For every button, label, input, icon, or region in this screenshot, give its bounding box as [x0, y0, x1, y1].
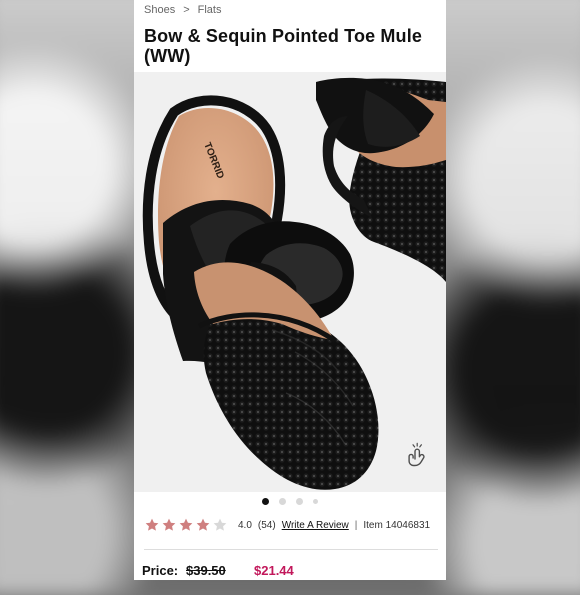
star-icon — [196, 518, 210, 531]
breadcrumb-item-flats[interactable]: Flats — [198, 4, 222, 16]
rating-stars — [144, 517, 228, 533]
price-label: Price: — [142, 563, 179, 578]
star-icon — [213, 518, 227, 531]
tap-hand-icon[interactable] — [404, 440, 432, 468]
carousel-pagination — [134, 498, 446, 505]
carousel-dot[interactable] — [296, 498, 303, 505]
breadcrumb-item-shoes[interactable]: Shoes — [144, 4, 175, 16]
cropped-top-text: · · · · · · · · · · · · · · · — [259, 0, 354, 5]
price-row: Price: $39.50 $21.44 — [142, 563, 294, 578]
sale-price: $21.44 — [254, 563, 294, 578]
product-title: Bow & Sequin Pointed Toe Mule (WW) — [144, 26, 423, 66]
carousel-dot[interactable] — [313, 499, 318, 504]
product-page-panel: · · · · · · · · · · · · · · · Shoes > Fl… — [134, 0, 446, 580]
product-image[interactable]: TORRID — [134, 72, 446, 492]
rating-value: 4.0 — [238, 519, 252, 531]
section-divider — [144, 549, 438, 550]
rating-separator: | — [354, 519, 358, 531]
carousel-dot[interactable] — [262, 498, 269, 505]
star-icon — [179, 518, 193, 531]
star-icon — [145, 518, 159, 531]
review-count: (54) — [257, 519, 276, 531]
rating-row: 4.0 (54) Write A Review | Item 14046831 — [144, 517, 430, 533]
original-price: $39.50 — [186, 563, 226, 578]
item-number: Item 14046831 — [363, 519, 431, 531]
write-review-link[interactable]: Write A Review — [282, 520, 349, 531]
carousel-dot[interactable] — [279, 498, 286, 505]
star-icon — [162, 518, 176, 531]
breadcrumb: Shoes > Flats — [144, 4, 221, 16]
breadcrumb-separator: > — [183, 4, 190, 16]
